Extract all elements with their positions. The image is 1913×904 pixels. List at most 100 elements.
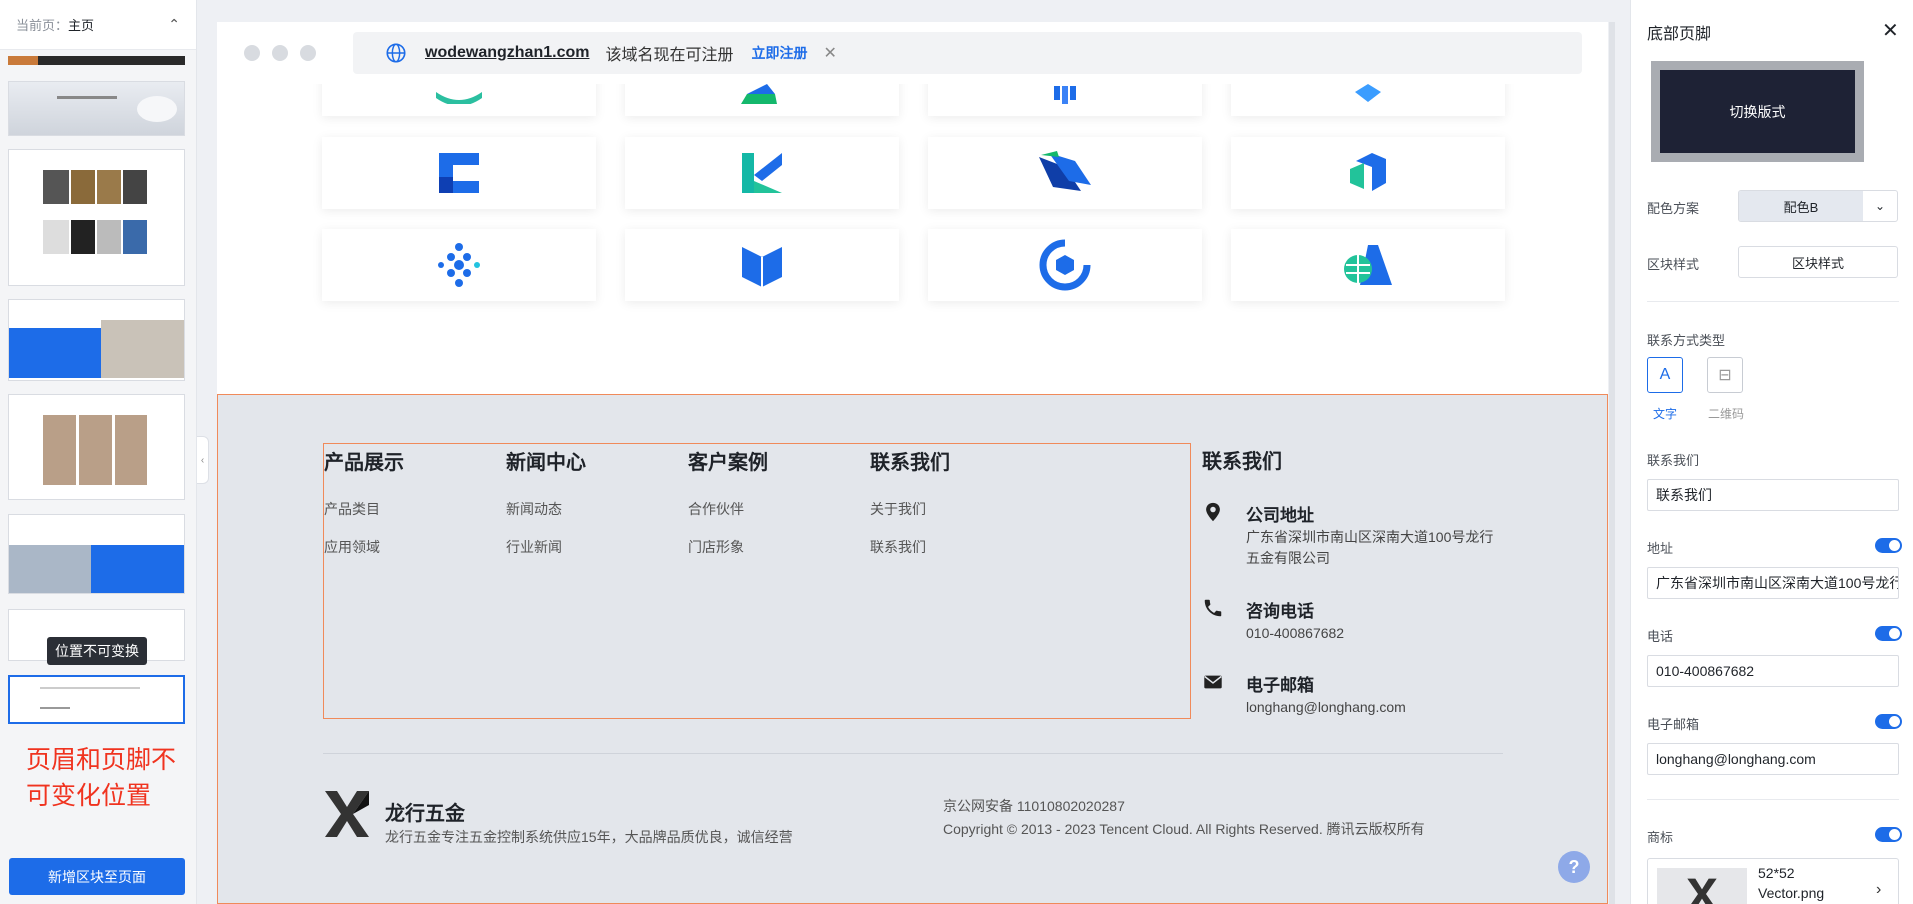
footer-link[interactable]: 关于我们: [870, 499, 950, 519]
address-input[interactable]: 广东省深圳市南山区深南大道100号龙行五金有限公司: [1647, 567, 1899, 599]
type-text-icon: A: [1659, 366, 1671, 383]
chevron-right-icon[interactable]: ›: [1876, 881, 1881, 899]
icp-text: 京公网安备 11010802020287: [943, 798, 1125, 814]
layout-preview[interactable]: 切换版式: [1651, 61, 1864, 162]
footer-link[interactable]: 门店形象: [688, 537, 768, 557]
domain-link[interactable]: wodewangzhan1.com: [425, 44, 589, 62]
current-page-value: 主页: [68, 18, 95, 33]
phone-value: 010-400867682: [1246, 625, 1345, 641]
properties-panel: 底部页脚 ✕ 切换版式 配色方案 配色B ⌄ 区块样式 区块样式 联系方式类型 …: [1630, 0, 1913, 904]
footer-links-group[interactable]: 产品展示 产品类目 应用领域 新闻中心 新闻动态 行业新闻 客户案例 合作伙伴 …: [323, 443, 1191, 719]
logo-toggle[interactable]: [1875, 827, 1902, 842]
email-input[interactable]: longhang@longhang.com: [1647, 743, 1899, 775]
footer-link[interactable]: 新闻动态: [506, 499, 586, 519]
divider: [1647, 301, 1899, 302]
current-page-label: 当前页：: [16, 18, 69, 33]
partner-logo: [1344, 245, 1392, 285]
partner-logo: [742, 153, 782, 193]
address-value: 广东省深圳市南山区深南大道100号龙行五金有限公司: [1246, 529, 1494, 566]
phone-field-label: 电话: [1647, 629, 1674, 644]
footer-link[interactable]: 应用领域: [324, 537, 404, 557]
footer-link[interactable]: 联系我们: [870, 537, 950, 557]
partner-logo: [438, 243, 480, 287]
footer-contact: 联系我们 公司地址 广东省深圳市南山区深南大道100号龙行五金有限公司 咨询电话…: [1202, 443, 1502, 715]
thumb-products[interactable]: [8, 149, 185, 286]
brand-logo: [325, 791, 369, 837]
partner-logo: [1039, 151, 1091, 191]
block-style-button[interactable]: 区块样式: [1738, 246, 1898, 278]
footer-col-title: 产品展示: [324, 452, 404, 474]
footer-legal: 京公网安备 11010802020287 Copyright © 2013 - …: [943, 795, 1425, 841]
contact-title: 联系我们: [1202, 451, 1282, 473]
close-icon[interactable]: ✕: [1882, 18, 1899, 43]
partner-logo: [439, 153, 479, 193]
logo-thumbnail: [1657, 868, 1747, 904]
phone-input[interactable]: 010-400867682: [1647, 655, 1899, 687]
footer-block[interactable]: 产品展示 产品类目 应用领域 新闻中心 新闻动态 行业新闻 客户案例 合作伙伴 …: [217, 394, 1608, 904]
address-label: 公司地址: [1246, 506, 1314, 525]
partner-card: [625, 137, 899, 209]
logo-filename: Vector.png: [1758, 885, 1825, 901]
thumb-cases[interactable]: [8, 394, 185, 500]
type-text-label: 文字: [1653, 407, 1678, 421]
current-page-selector[interactable]: 当前页： 主页 ⌃: [0, 0, 196, 50]
thumb-news[interactable]: [8, 514, 185, 594]
chevron-up-icon[interactable]: ⌃: [168, 16, 180, 33]
position-note: 页眉和页脚不可变化位置: [26, 746, 177, 810]
partner-card: [1231, 229, 1505, 301]
footer-link[interactable]: 产品类目: [324, 499, 404, 519]
footer-col-title: 新闻中心: [506, 452, 586, 474]
location-icon: [1206, 502, 1220, 522]
window-dot: [244, 45, 260, 61]
footer-col-contact: 联系我们 关于我们 联系我们: [870, 444, 950, 575]
thumb-header[interactable]: [8, 56, 185, 65]
phone-icon: [1204, 599, 1222, 617]
footer-divider: [323, 753, 1503, 754]
partner-logo: [1350, 153, 1386, 191]
help-icon[interactable]: ?: [1558, 851, 1590, 883]
footer-link[interactable]: 合作伙伴: [688, 499, 768, 519]
window-dot: [300, 45, 316, 61]
window-dot: [272, 45, 288, 61]
contact-field-label: 联系我们: [1647, 453, 1700, 468]
brand-name: 龙行五金: [385, 803, 465, 825]
brand-logo: [1687, 878, 1717, 904]
domain-notice: wodewangzhan1.com 该域名现在可注册 立即注册 ✕: [353, 32, 1582, 74]
partner-card: [928, 137, 1202, 209]
globe-icon: [386, 43, 406, 63]
color-scheme-select[interactable]: 配色B ⌄: [1738, 190, 1898, 222]
logo-size: 52*52: [1758, 865, 1795, 881]
thumb-footer[interactable]: [8, 675, 185, 724]
email-toggle[interactable]: [1875, 714, 1902, 729]
editor-app: 当前页： 主页 ⌃ 位置不可变换 页眉和页脚不可变化位置 新增区块至页面 ‹ w…: [0, 0, 1913, 904]
brand-slogan: 龙行五金专注五金控制系统供应15年，大品牌品质优良，诚信经营: [385, 829, 793, 845]
block-style-label: 区块样式: [1647, 257, 1700, 272]
partner-card: [1231, 137, 1505, 209]
position-tooltip: 位置不可变换: [47, 637, 147, 665]
copyright-text: Copyright © 2013 - 2023 Tencent Cloud. A…: [943, 821, 1425, 837]
type-qr-button[interactable]: ⊟: [1707, 357, 1743, 393]
address-toggle[interactable]: [1875, 538, 1902, 553]
partner-logo: [742, 247, 782, 287]
contact-title-input[interactable]: 联系我们: [1647, 479, 1899, 511]
thumb-about[interactable]: [8, 299, 185, 381]
mail-icon: [1204, 675, 1222, 689]
add-block-button[interactable]: 新增区块至页面: [9, 858, 185, 895]
panel-title: 底部页脚: [1647, 26, 1712, 43]
thumb-banner[interactable]: [8, 81, 185, 136]
page-canvas: wodewangzhan1.com 该域名现在可注册 立即注册 ✕ 产品展示 产…: [217, 22, 1615, 904]
email-label: 电子邮箱: [1246, 676, 1314, 695]
partner-card: [928, 229, 1202, 301]
divider: [1647, 799, 1899, 800]
logo-upload[interactable]: 52*52 Vector.png ›: [1647, 858, 1899, 904]
collapse-sidebar-button[interactable]: ‹: [197, 436, 209, 484]
phone-toggle[interactable]: [1875, 626, 1902, 641]
switch-layout-button[interactable]: 切换版式: [1660, 70, 1855, 153]
logo-field-label: 商标: [1647, 830, 1674, 845]
close-icon[interactable]: ✕: [823, 43, 836, 63]
footer-link[interactable]: 行业新闻: [506, 537, 586, 557]
footer-brand: 龙行五金 龙行五金专注五金控制系统供应15年，大品牌品质优良，诚信经营: [323, 787, 793, 846]
canvas-scrollbar[interactable]: [1609, 22, 1615, 904]
register-link[interactable]: 立即注册: [751, 43, 807, 63]
type-text-button[interactable]: A: [1647, 357, 1683, 393]
